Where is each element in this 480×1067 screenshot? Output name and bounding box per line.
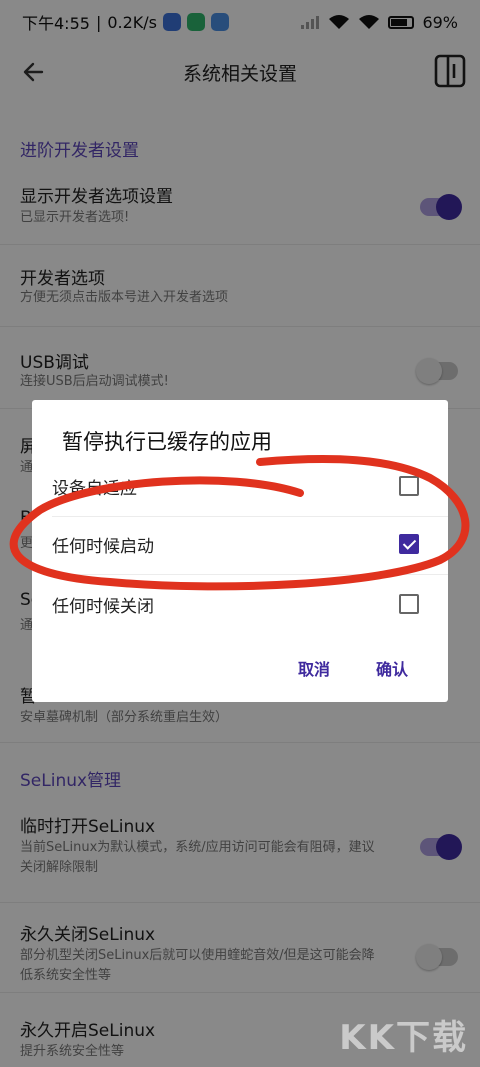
watermark: KK下载 (339, 1018, 468, 1058)
cached-apps-dialog: 暂停执行已缓存的应用 设备自适应 任何时候启动 任何时候关闭 取消 确认 (32, 400, 448, 702)
option-always-disable[interactable]: 任何时候关闭 (32, 576, 448, 634)
dialog-title: 暂停执行已缓存的应用 (62, 430, 272, 454)
option-checkbox-checked[interactable] (399, 534, 419, 554)
confirm-button[interactable]: 确认 (376, 656, 408, 680)
option-checkbox[interactable] (399, 594, 419, 614)
option-label: 任何时候启动 (52, 537, 154, 557)
option-label: 设备自适应 (52, 479, 137, 499)
cancel-button[interactable]: 取消 (298, 656, 330, 680)
divider (52, 574, 448, 575)
option-label: 任何时候关闭 (52, 597, 154, 617)
option-adaptive[interactable]: 设备自适应 (32, 458, 448, 516)
option-always-enable[interactable]: 任何时候启动 (32, 516, 448, 574)
option-checkbox[interactable] (399, 476, 419, 496)
